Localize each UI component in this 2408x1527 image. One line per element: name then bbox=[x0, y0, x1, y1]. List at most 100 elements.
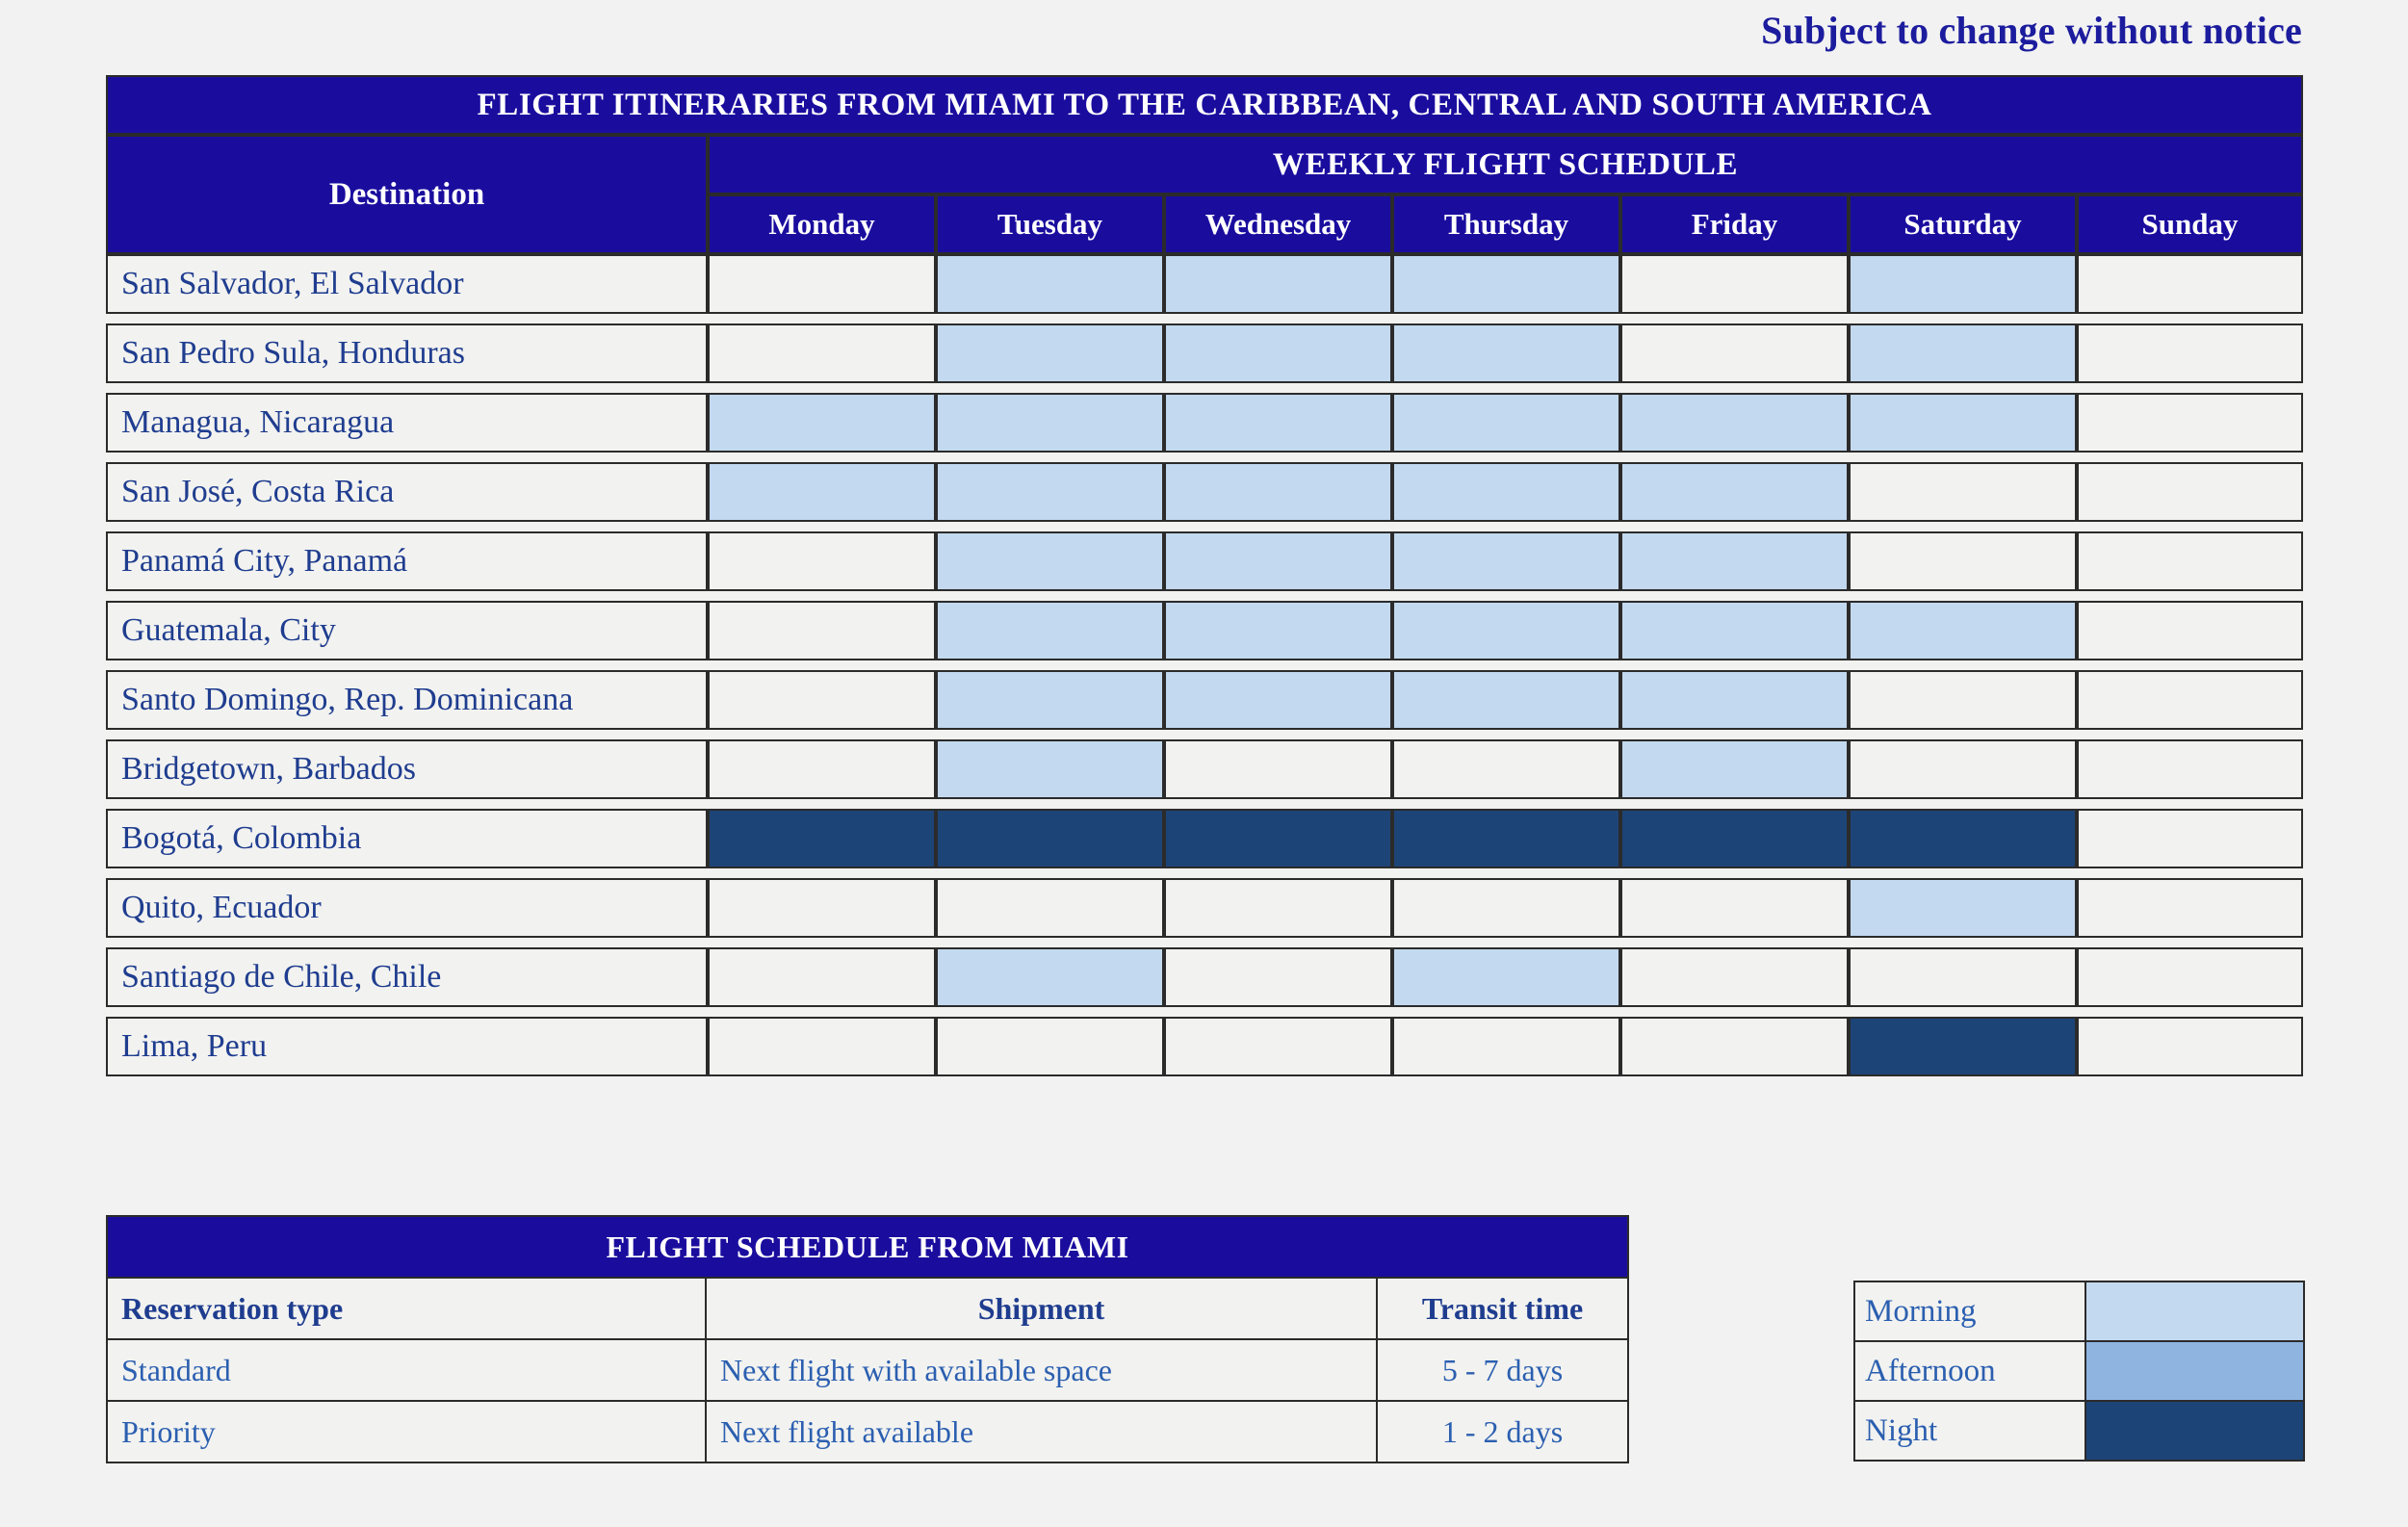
schedule-cell-thursday bbox=[1392, 739, 1620, 799]
schedule-cell-wednesday bbox=[1164, 1017, 1392, 1076]
schedule-cell-tuesday bbox=[936, 739, 1164, 799]
legend-row: Night bbox=[1853, 1400, 2305, 1462]
schedule-cell-tuesday bbox=[936, 531, 1164, 591]
row-spacer bbox=[106, 730, 2304, 739]
destination-cell: Santiago de Chile, Chile bbox=[106, 947, 708, 1007]
row-spacer-cell bbox=[106, 799, 2304, 809]
row-spacer-cell bbox=[106, 868, 2304, 878]
schedule-cell-tuesday bbox=[936, 947, 1164, 1007]
day-header-thursday: Thursday bbox=[1392, 194, 1620, 254]
schedule-cell-sunday bbox=[2077, 739, 2304, 799]
schedule-cell-sunday bbox=[2077, 393, 2304, 453]
schedule-cell-friday bbox=[1620, 254, 1849, 314]
schedule-cell-wednesday bbox=[1164, 254, 1392, 314]
info-table-head: FLIGHT SCHEDULE FROM MIAMI Reservation t… bbox=[105, 1215, 1630, 1340]
schedule-cell-sunday bbox=[2077, 947, 2304, 1007]
schedule-cell-sunday bbox=[2077, 1017, 2304, 1076]
color-legend: Morning Afternoon Night bbox=[1853, 1281, 2305, 1462]
schedule-cell-tuesday bbox=[936, 670, 1164, 730]
row-spacer bbox=[106, 868, 2304, 878]
flight-schedule-info-table: FLIGHT SCHEDULE FROM MIAMI Reservation t… bbox=[105, 1215, 1630, 1463]
row-spacer-cell bbox=[106, 660, 2304, 670]
day-header-friday: Friday bbox=[1620, 194, 1849, 254]
destination-column-header: Destination bbox=[106, 135, 708, 254]
schedule-cell-wednesday bbox=[1164, 670, 1392, 730]
destination-cell: Guatemala, City bbox=[106, 601, 708, 660]
table-row: Managua, Nicaragua bbox=[106, 393, 2304, 453]
schedule-cell-wednesday bbox=[1164, 462, 1392, 522]
info-cell-transit: 1 - 2 days bbox=[1375, 1400, 1630, 1463]
legend-body: Morning Afternoon Night bbox=[1853, 1281, 2305, 1462]
schedule-cell-sunday bbox=[2077, 809, 2304, 868]
table-body: San Salvador, El Salvador San Pedro Sula,… bbox=[106, 254, 2304, 1076]
info-cell-type: Priority bbox=[106, 1400, 707, 1463]
schedule-cell-wednesday bbox=[1164, 809, 1392, 868]
table-row: San José, Costa Rica bbox=[106, 462, 2304, 522]
row-spacer-cell bbox=[106, 453, 2304, 462]
destination-cell: Quito, Ecuador bbox=[106, 878, 708, 938]
info-table-body: Standard Next flight with available space… bbox=[106, 1338, 1630, 1463]
title-row: FLIGHT ITINERARIES FROM MIAMI TO THE CAR… bbox=[106, 75, 2304, 135]
info-header-row: Reservation type Shipment Transit time bbox=[106, 1277, 1630, 1340]
schedule-cell-friday bbox=[1620, 1017, 1849, 1076]
header-transit-time: Transit time bbox=[1375, 1277, 1630, 1340]
info-cell-shipment: Next flight available bbox=[705, 1400, 1378, 1463]
schedule-cell-monday bbox=[708, 324, 936, 383]
schedule-cell-tuesday bbox=[936, 601, 1164, 660]
info-table-row: Priority Next flight available 1 - 2 days bbox=[106, 1400, 1630, 1463]
header-reservation-type: Reservation type bbox=[106, 1277, 707, 1340]
schedule-cell-saturday bbox=[1849, 601, 2077, 660]
schedule-cell-monday bbox=[708, 393, 936, 453]
main-table-title: FLIGHT ITINERARIES FROM MIAMI TO THE CAR… bbox=[106, 75, 2304, 135]
schedule-cell-tuesday bbox=[936, 462, 1164, 522]
schedule-cell-saturday bbox=[1849, 1017, 2077, 1076]
header-shipment: Shipment bbox=[705, 1277, 1378, 1340]
table-row: San Pedro Sula, Honduras bbox=[106, 324, 2304, 383]
info-table-title: FLIGHT SCHEDULE FROM MIAMI bbox=[105, 1215, 1630, 1279]
subject-to-change-notice: Subject to change without notice bbox=[1761, 9, 2302, 52]
schedule-cell-sunday bbox=[2077, 254, 2304, 314]
row-spacer bbox=[106, 591, 2304, 601]
destination-cell: Bogotá, Colombia bbox=[106, 809, 708, 868]
table-row: Panamá City, Panamá bbox=[106, 531, 2304, 591]
schedule-cell-saturday bbox=[1849, 739, 2077, 799]
schedule-cell-thursday bbox=[1392, 601, 1620, 660]
flight-itineraries-table: FLIGHT ITINERARIES FROM MIAMI TO THE CAR… bbox=[106, 75, 2304, 1076]
schedule-cell-saturday bbox=[1849, 878, 2077, 938]
schedule-cell-saturday bbox=[1849, 254, 2077, 314]
schedule-cell-thursday bbox=[1392, 254, 1620, 314]
schedule-cell-tuesday bbox=[936, 393, 1164, 453]
legend-swatch-night bbox=[2084, 1400, 2305, 1462]
row-spacer bbox=[106, 522, 2304, 531]
row-spacer-cell bbox=[106, 938, 2304, 947]
info-cell-transit: 5 - 7 days bbox=[1375, 1338, 1630, 1402]
schedule-cell-saturday bbox=[1849, 393, 2077, 453]
legend-swatch-afternoon bbox=[2084, 1340, 2305, 1402]
row-spacer-cell bbox=[106, 314, 2304, 324]
destination-cell: Bridgetown, Barbados bbox=[106, 739, 708, 799]
schedule-cell-tuesday bbox=[936, 324, 1164, 383]
weekly-schedule-header: WEEKLY FLIGHT SCHEDULE bbox=[708, 135, 2304, 194]
schedule-cell-saturday bbox=[1849, 531, 2077, 591]
schedule-cell-wednesday bbox=[1164, 878, 1392, 938]
schedule-cell-wednesday bbox=[1164, 601, 1392, 660]
schedule-cell-saturday bbox=[1849, 670, 2077, 730]
schedule-cell-monday bbox=[708, 878, 936, 938]
schedule-cell-saturday bbox=[1849, 947, 2077, 1007]
schedule-cell-wednesday bbox=[1164, 531, 1392, 591]
destination-cell: San Pedro Sula, Honduras bbox=[106, 324, 708, 383]
legend-label-night: Night bbox=[1853, 1400, 2086, 1462]
schedule-cell-wednesday bbox=[1164, 393, 1392, 453]
legend-label-morning: Morning bbox=[1853, 1281, 2086, 1342]
schedule-cell-tuesday bbox=[936, 1017, 1164, 1076]
info-table-row: Standard Next flight with available space… bbox=[106, 1338, 1630, 1402]
schedule-cell-saturday bbox=[1849, 324, 2077, 383]
schedule-cell-thursday bbox=[1392, 1017, 1620, 1076]
row-spacer bbox=[106, 383, 2304, 393]
row-spacer bbox=[106, 938, 2304, 947]
day-header-sunday: Sunday bbox=[2077, 194, 2304, 254]
schedule-cell-saturday bbox=[1849, 809, 2077, 868]
schedule-cell-friday bbox=[1620, 739, 1849, 799]
schedule-cell-sunday bbox=[2077, 878, 2304, 938]
table-row: San Salvador, El Salvador bbox=[106, 254, 2304, 314]
